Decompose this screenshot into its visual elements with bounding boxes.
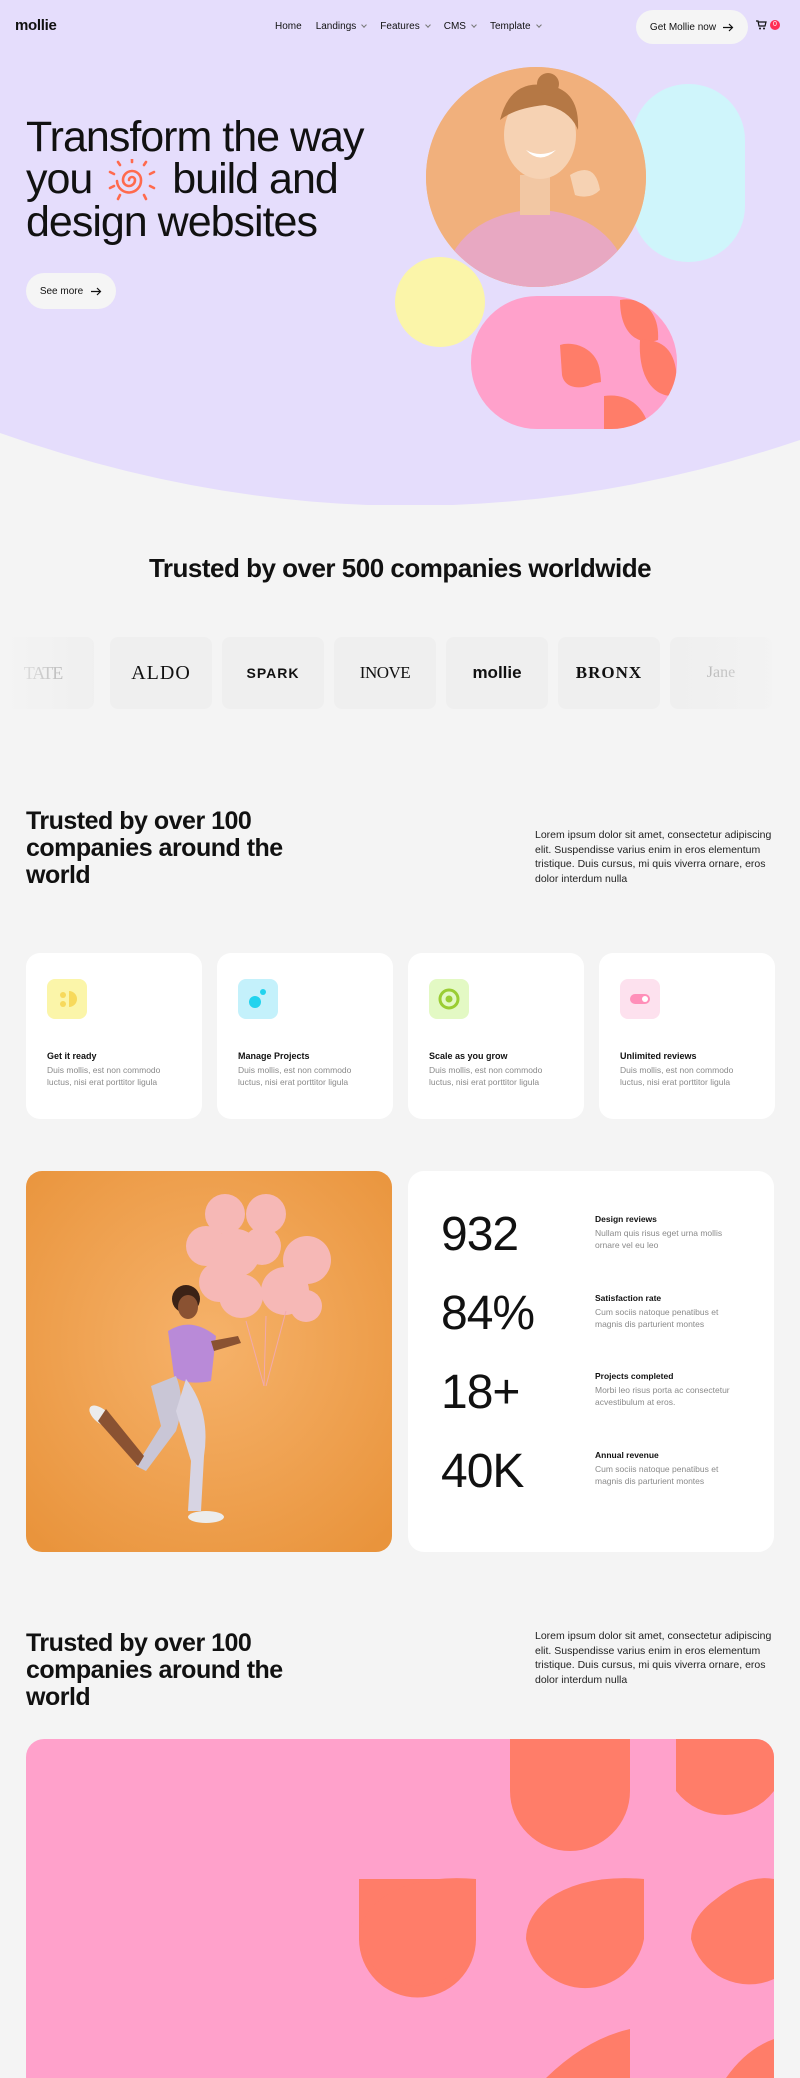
- main-menu: Home Landings Features CMS Template: [275, 21, 542, 32]
- logo-text: TATE: [23, 662, 64, 683]
- button-label: See more: [39, 285, 84, 297]
- section-title: Trusted by over 100 companies around the…: [26, 807, 283, 889]
- button-label: Get Mollie now: [649, 21, 717, 33]
- cart-count-badge: 0: [770, 20, 780, 30]
- section-description: Lorem ipsum dolor sit amet, consectetur …: [535, 1630, 772, 1686]
- chevron-down-icon: [361, 22, 368, 28]
- smiley-icon: [47, 979, 87, 1019]
- stat-value: 84%: [441, 1287, 535, 1340]
- balloon-woman-photo: [26, 1171, 392, 1552]
- stat-description: Cum sociis natoque penatibus et magnis d…: [595, 1464, 719, 1486]
- feature-title: Manage Projects: [238, 1051, 310, 1061]
- see-more-button[interactable]: See more: [26, 273, 116, 309]
- menu-label: Landings: [315, 21, 357, 32]
- hero-headline: Transform the way you build and design w…: [26, 113, 416, 246]
- feature-title: Get it ready: [47, 1051, 97, 1061]
- feature-card[interactable]: [217, 953, 393, 1119]
- pattern-banner: [26, 1739, 774, 2078]
- logo-text: BRONX: [575, 663, 643, 682]
- chevron-down-icon: [471, 22, 477, 28]
- feature-title: Unlimited reviews: [620, 1051, 697, 1061]
- stats-card: 932 Design reviews Nullam quis risus ege…: [408, 1171, 774, 1552]
- menu-item-home[interactable]: Home: [275, 21, 302, 32]
- menu-label: Template: [489, 21, 531, 32]
- logo-card-tate: TATE: [0, 637, 94, 709]
- feature-description: Duis mollis, est non commodo luctus, nis…: [429, 1065, 543, 1087]
- stat-description: Morbi leo risus porta ac consectetur acv…: [595, 1385, 730, 1407]
- stat-value: 18+: [441, 1366, 520, 1419]
- menu-item-template[interactable]: Template: [489, 21, 542, 32]
- brand-logo[interactable]: mollie: [15, 17, 57, 34]
- headline-line: Transform the way: [26, 113, 364, 161]
- logo-card-spark: SPARK: [222, 637, 324, 709]
- logo-carousel: TATE ALDO SPARK INOVE mollie BRONX Jane: [0, 637, 800, 709]
- headline-line: design websites: [26, 198, 318, 246]
- section-title: Trusted by over 100 companies around the…: [26, 1629, 283, 1711]
- menu-label: Features: [380, 21, 420, 32]
- stat-description: Nullam quis risus eget urna mollis ornar…: [595, 1228, 723, 1250]
- feature-card[interactable]: [408, 953, 584, 1119]
- arrow-right-icon: [91, 287, 102, 295]
- logo-card-bronx: BRONX: [558, 637, 660, 709]
- menu-item-cms[interactable]: CMS: [443, 21, 477, 32]
- arrow-right-icon: [723, 23, 734, 31]
- feature-card[interactable]: [26, 953, 202, 1119]
- feature-description: Duis mollis, est non commodo luctus, nis…: [238, 1065, 352, 1087]
- dots-icon: [238, 979, 278, 1019]
- headline-line: build and: [172, 155, 339, 203]
- stat-label: Design reviews: [595, 1214, 657, 1224]
- hero-illustration: [395, 67, 745, 429]
- feature-card[interactable]: [599, 953, 775, 1119]
- logo-text: mollie: [472, 663, 522, 682]
- menu-label: CMS: [443, 21, 466, 32]
- feature-description: Duis mollis, est non commodo luctus, nis…: [620, 1065, 734, 1087]
- logo-card-inove: INOVE: [334, 637, 436, 709]
- logo-text: ALDO: [131, 661, 191, 684]
- trusted-title: Trusted by over 500 companies worldwide: [148, 553, 652, 583]
- stat-label: Annual revenue: [595, 1450, 659, 1460]
- sun-spiral-icon: [108, 159, 156, 201]
- feature-title: Scale as you grow: [429, 1051, 508, 1061]
- stat-value: 40K: [441, 1445, 524, 1498]
- menu-item-landings[interactable]: Landings: [315, 21, 368, 32]
- toggle-icon: [620, 979, 660, 1019]
- drop-pattern: [359, 1739, 774, 2078]
- stat-value: 932: [441, 1208, 519, 1261]
- stat-description: Cum sociis natoque penatibus et magnis d…: [595, 1307, 719, 1329]
- section-description: Lorem ipsum dolor sit amet, consectetur …: [535, 829, 772, 885]
- hero-section: mollie Home Landings Features CMS Templa…: [0, 0, 800, 505]
- cart-button[interactable]: 0: [756, 20, 780, 30]
- cart-icon: [756, 20, 767, 30]
- stat-label: Satisfaction rate: [595, 1293, 662, 1303]
- feature-description: Duis mollis, est non commodo luctus, nis…: [47, 1065, 161, 1087]
- logo-text: Jane: [706, 664, 736, 681]
- logo-reflection: [0, 709, 800, 757]
- stat-label: Projects completed: [595, 1371, 674, 1381]
- menu-item-features[interactable]: Features: [380, 21, 431, 32]
- headline-line: you: [26, 155, 93, 203]
- top-navbar: mollie Home Landings Features CMS Templa…: [0, 0, 800, 54]
- get-mollie-button[interactable]: Get Mollie now: [636, 10, 748, 44]
- cyan-pill-shape: [632, 84, 745, 262]
- menu-label: Home: [275, 21, 302, 32]
- yellow-circle-shape: [395, 257, 485, 347]
- logo-card-jane: Jane: [670, 637, 772, 709]
- logo-text: INOVE: [359, 663, 411, 682]
- chevron-down-icon: [535, 22, 542, 28]
- logo-card-aldo: ALDO: [110, 637, 212, 709]
- logo-text: SPARK: [246, 665, 300, 681]
- target-icon: [429, 979, 469, 1019]
- logo-card-mollie: mollie: [446, 637, 548, 709]
- chevron-down-icon: [424, 22, 431, 28]
